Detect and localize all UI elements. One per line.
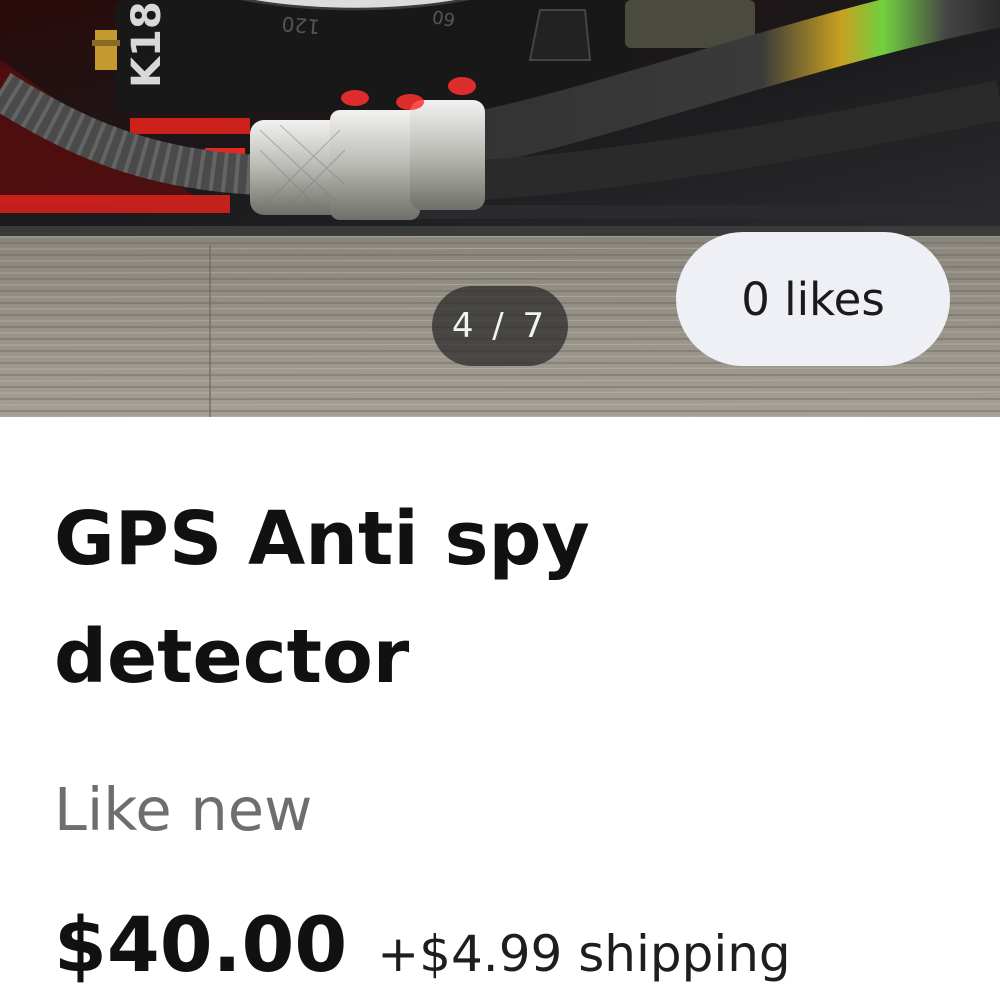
likes-button[interactable]: 0 likes (676, 232, 950, 366)
device-label: K18 (124, 1, 170, 88)
photo-counter: 4 / 7 (432, 286, 568, 366)
shipping-cost: +$4.99 shipping (377, 925, 791, 983)
dial-text-2: 120 (281, 12, 321, 39)
product-photo[interactable]: 60 120 K18 4 / 7 0 likes (0, 0, 1000, 417)
listing-title: GPS Anti spy detector (54, 496, 590, 700)
listing-page: 60 120 K18 4 / 7 0 likes GPS Anti spy de… (0, 0, 1000, 1000)
dial-text-1: 60 (431, 5, 457, 30)
item-condition: Like new (54, 775, 313, 844)
item-price: $40.00 (54, 900, 348, 989)
price-row: $40.00 +$4.99 shipping (54, 900, 791, 989)
